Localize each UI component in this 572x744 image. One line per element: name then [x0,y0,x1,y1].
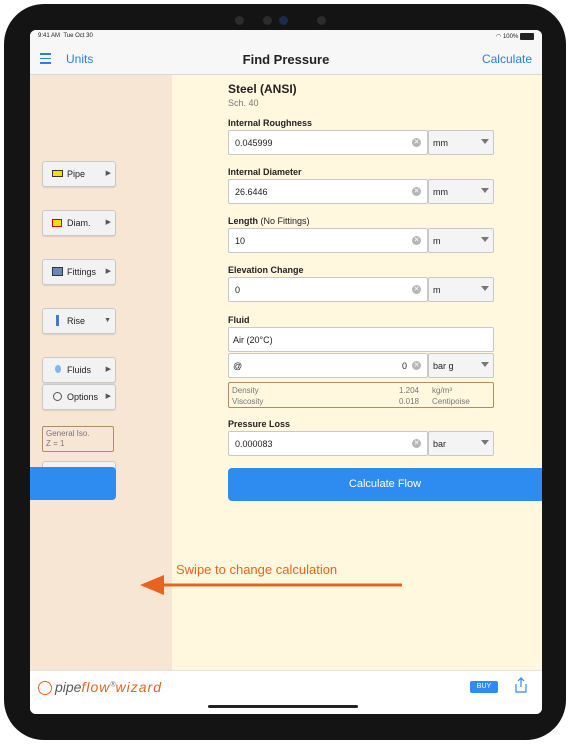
viscosity-value: 0.018 [398,397,419,406]
clear-icon[interactable]: ✕ [412,439,421,448]
chevron-right-icon: ▶ [105,219,111,226]
fluid-label: Fluid [228,315,250,325]
z-factor: Z = 1 [46,439,65,448]
dropdown-arrow-icon [481,440,489,445]
viscosity-unit: Centipoise [432,397,470,406]
diameter-input[interactable]: 26.6446 ✕ [228,179,428,204]
battery-level: 100% [502,34,519,41]
fluid-pressure-unit-select[interactable]: bar g [428,353,494,378]
elevation-input[interactable]: 0 ✕ [228,277,428,302]
dropdown-arrow-icon [481,286,489,291]
diameter-button[interactable]: Diam. ▶ [42,210,116,236]
left-action-bar[interactable] [30,467,116,500]
clear-icon[interactable]: ✕ [412,285,421,294]
calculate-flow-button[interactable]: Calculate Flow [228,468,542,501]
fluids-button[interactable]: Fluids ▶ [42,357,116,383]
gear-icon [53,392,62,401]
status-time: 9:41 AM [38,33,61,39]
iso-info-box: General Iso. Z = 1 [42,426,114,452]
chevron-right-icon: ▶ [105,170,111,177]
dropdown-arrow-icon [481,139,489,144]
clear-icon[interactable]: ✕ [412,236,421,245]
clear-icon[interactable]: ✕ [412,138,421,147]
length-label: Length (No Fittings) [228,216,310,226]
chevron-down-icon: ▼ [104,317,111,324]
dropdown-arrow-icon [481,362,489,367]
footer-bar: pipeflow®wizard BUY [30,670,542,714]
sensor-dot [317,16,326,25]
swipe-arrow-icon [140,575,402,595]
diameter-label: Internal Diameter [228,167,302,177]
chevron-right-icon: ▶ [105,268,111,275]
viscosity-label: Viscosity [232,397,264,406]
roughness-label: Internal Roughness [228,118,313,128]
fluid-select[interactable]: Air (20°C) [228,327,494,352]
fittings-icon [52,267,63,276]
pressure-loss-label: Pressure Loss [228,419,291,429]
calculate-button[interactable]: Calculate [482,52,532,66]
pipe-material: Steel (ANSI) [228,82,297,96]
diameter-unit-select[interactable]: mm [428,179,494,204]
length-unit-select[interactable]: m [428,228,494,253]
status-bar: 9:41 AM Tue Oct 30 ◠ 100% [30,30,542,44]
camera-icon [279,16,288,25]
status-date: Tue Oct 30 [63,33,93,39]
sensor-dot [263,16,272,25]
pipe-button[interactable]: Pipe ▶ [42,161,116,187]
droplet-icon [55,365,61,373]
dropdown-arrow-icon [481,237,489,242]
app-screen: 9:41 AM Tue Oct 30 ◠ 100% Units Find Pre… [30,30,542,714]
battery-icon [520,33,534,40]
home-indicator[interactable] [208,705,358,708]
length-note: (No Fittings) [260,216,310,226]
clear-icon[interactable]: ✕ [412,187,421,196]
chevron-right-icon: ▶ [105,366,111,373]
density-label: Density [232,386,259,395]
density-unit: kg/m³ [432,386,452,395]
fluid-pressure-input[interactable]: @ 0 ✕ [228,353,428,378]
iso-label: General Iso. [46,429,90,438]
clear-icon[interactable]: ✕ [412,361,421,370]
elevation-unit-select[interactable]: m [428,277,494,302]
pressure-loss-input[interactable]: 0.000083 ✕ [228,431,428,456]
length-input[interactable]: 10 ✕ [228,228,428,253]
pipe-icon [52,170,63,177]
pressure-loss-unit-select[interactable]: bar [428,431,494,456]
elevation-label: Elevation Change [228,265,304,275]
rise-icon [56,315,59,326]
pipe-flow-wizard-logo: pipeflow®wizard [38,679,162,696]
buy-button[interactable]: BUY [470,681,498,693]
rise-button[interactable]: Rise ▼ [42,308,116,334]
nav-bar: Units Find Pressure Calculate [30,44,542,75]
roughness-unit-select[interactable]: mm [428,130,494,155]
logo-ring-icon [38,681,52,696]
page-title: Find Pressure [242,52,330,67]
pipe-schedule: Sch. 40 [228,98,259,108]
wifi-icon: ◠ [496,34,502,41]
share-icon[interactable] [514,677,528,693]
dropdown-arrow-icon [481,188,489,193]
diameter-icon [52,219,62,227]
fittings-button[interactable]: Fittings ▶ [42,259,116,285]
fluid-properties-box: Density 1.204 kg/m³ Viscosity 0.018 Cent… [228,382,494,408]
density-value: 1.204 [398,386,419,395]
chevron-right-icon: ▶ [105,393,111,400]
options-button[interactable]: Options ▶ [42,384,116,410]
sensor-dot [235,16,244,25]
roughness-input[interactable]: 0.045999 ✕ [228,130,428,155]
